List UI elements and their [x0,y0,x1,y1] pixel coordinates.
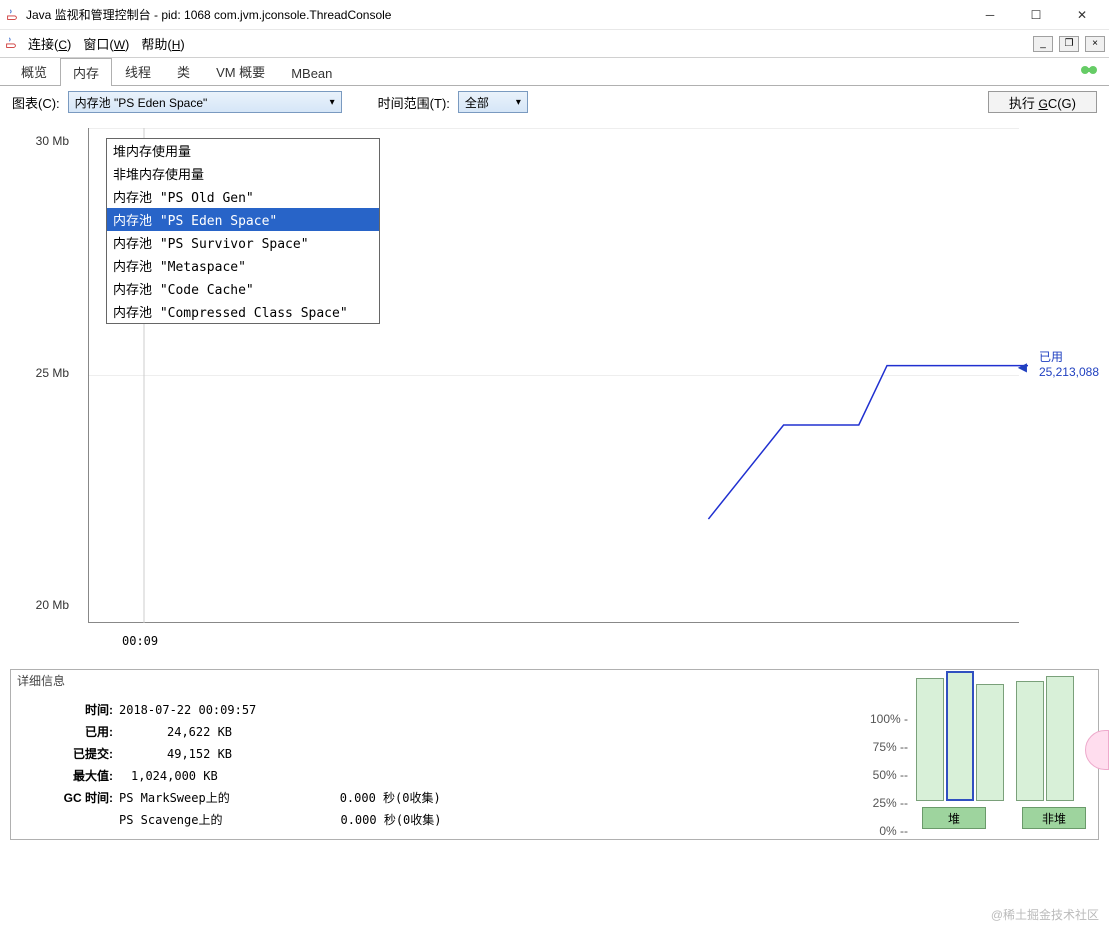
time-value: 2018-07-22 00:09:57 [119,699,256,721]
committed-label: 已提交: [23,743,113,765]
java-icon [4,7,20,23]
y-tick: 30 Mb [19,134,69,148]
chart-combo-value: 内存池 "PS Eden Space" [75,94,208,111]
used-value: 24,622 KB [167,721,232,743]
heap-bars[interactable] [916,703,1004,801]
chart-toolbar: 图表(C): 内存池 "PS Eden Space" ▾ 时间范围(T): 全部… [0,86,1109,118]
dropdown-option[interactable]: 内存池 "PS Survivor Space" [107,231,379,254]
gc1-value: 0.000 秒(0收集) [340,787,441,809]
dropdown-option[interactable]: 内存池 "Compressed Class Space" [107,300,379,323]
chart-dropdown[interactable]: 堆内存使用量非堆内存使用量内存池 "PS Old Gen"内存池 "PS Ede… [106,138,380,324]
tab-memory[interactable]: 内存 [60,58,112,86]
gc2-name: PS Scavenge上的 [119,809,222,831]
tab-threads[interactable]: 线程 [112,57,164,85]
memory-bar[interactable] [946,671,974,801]
watermark: @稀土掘金技术社区 [991,906,1099,923]
y-tick: 25 Mb [19,366,69,380]
mdi-close[interactable]: × [1085,36,1105,52]
mdi-restore[interactable]: ❐ [1059,36,1079,52]
x-tick: 00:09 [122,634,158,648]
tab-vm[interactable]: VM 概要 [203,57,278,85]
max-label: 最大值: [23,765,113,787]
used-label: 已用: [23,721,113,743]
tab-classes[interactable]: 类 [164,57,203,85]
time-label: 时间: [23,699,113,721]
dropdown-option[interactable]: 非堆内存使用量 [107,162,379,185]
details-panel: 详细信息 时间:2018-07-22 00:09:57 已用:24,622 KB… [10,669,1099,840]
nonheap-button[interactable]: 非堆 [1022,807,1086,829]
gc1-name: PS MarkSweep上的 [119,787,230,809]
menu-help[interactable]: 帮助(H) [141,34,184,53]
dropdown-option[interactable]: 内存池 "PS Old Gen" [107,185,379,208]
chart-combo[interactable]: 内存池 "PS Eden Space" ▾ [68,91,342,113]
tab-mbean[interactable]: MBean [278,61,345,85]
chart-label: 图表(C): [12,93,60,112]
nonheap-bars[interactable] [1016,703,1074,801]
time-combo[interactable]: 全部 ▾ [458,91,528,113]
connection-status-icon [1079,62,1099,78]
memory-bar[interactable] [1046,676,1074,801]
heap-button[interactable]: 堆 [922,807,986,829]
memory-bar[interactable] [916,678,944,802]
current-value-label: 已用 25,213,088 [1039,348,1099,379]
dropdown-option[interactable]: 内存池 "PS Eden Space" [107,208,379,231]
max-value: 1,024,000 KB [131,765,218,787]
memory-bar[interactable] [976,684,1004,801]
dropdown-option[interactable]: 内存池 "Code Cache" [107,277,379,300]
gc-label: GC 时间: [23,787,113,809]
time-label: 时间范围(T): [378,93,450,112]
mdi-minimize[interactable]: _ [1033,36,1053,52]
memory-bar[interactable] [1016,681,1044,801]
dropdown-option[interactable]: 内存池 "Metaspace" [107,254,379,277]
titlebar: Java 监视和管理控制台 - pid: 1068 com.jvm.jconso… [0,0,1109,30]
close-button[interactable]: ✕ [1059,0,1105,30]
menu-window[interactable]: 窗口(W) [83,34,129,53]
dropdown-option[interactable]: 堆内存使用量 [107,139,379,162]
time-combo-value: 全部 [465,94,489,111]
tab-overview[interactable]: 概览 [8,57,60,85]
info-table: 时间: 2018-07-22 00:09:57 已用: 24,622 KB 已提交:… [23,699,866,831]
gc-button[interactable]: 执行 GC(G) [988,91,1097,113]
window-title: Java 监视和管理控制台 - pid: 1068 com.jvm.jconso… [26,6,967,23]
gc2-value: 0.000 秒(0收集) [340,809,441,831]
committed-value: 49,152 KB [167,743,232,765]
current-marker-icon: ◀ [1018,360,1027,374]
memory-bars-panel: 100% -- 75% -- 50% -- 25% -- 0% -- 堆 非堆 [866,699,1086,831]
menubar: 连接(C) 窗口(W) 帮助(H) _ ❐ × [0,30,1109,58]
minimize-button[interactable]: ─ [967,0,1013,30]
chevron-down-icon: ▾ [516,97,521,108]
tabbar: 概览 内存 线程 类 VM 概要 MBean [0,58,1109,86]
maximize-button[interactable]: ☐ [1013,0,1059,30]
y-tick: 20 Mb [19,598,69,612]
java-icon [4,36,20,52]
chevron-down-icon: ▾ [330,97,335,108]
menu-connect[interactable]: 连接(C) [28,34,71,53]
